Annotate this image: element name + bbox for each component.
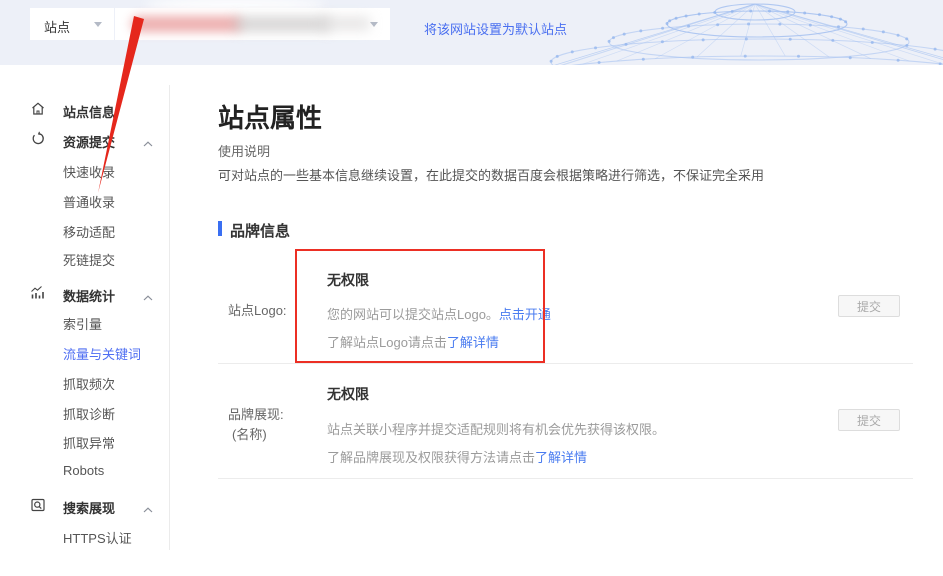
divider <box>218 363 913 364</box>
site-name-dropdown[interactable] <box>115 8 390 40</box>
chevron-up-icon <box>142 501 154 509</box>
usage-title: 使用说明 <box>218 141 270 160</box>
site-logo-label: 站点Logo: <box>228 300 287 319</box>
sidebar-item-crawl-anomaly[interactable]: 抓取异常 <box>0 431 170 451</box>
brand-display-line1: 站点关联小程序并提交适配规则将有机会优先获得该权限。 <box>327 419 665 438</box>
home-icon <box>30 101 46 117</box>
redacted-site-name <box>131 16 243 32</box>
page: 站点 将该网站设置为默认站点 站点信息 资源提交 <box>0 0 943 576</box>
sidebar-item-quick-include[interactable]: 快速收录 <box>0 160 170 180</box>
chevron-up-icon <box>142 135 154 143</box>
usage-description: 可对站点的一些基本信息继续设置，在此提交的数据百度会根据策略进行筛选，不保证完全… <box>218 165 764 184</box>
brand-display-sublabel: (名称) <box>232 424 267 443</box>
sidebar-item-robots[interactable]: Robots <box>0 461 170 481</box>
learn-more-link[interactable]: 了解详情 <box>447 335 499 350</box>
submit-button[interactable]: 提交 <box>838 295 900 317</box>
site-type-dropdown[interactable]: 站点 <box>30 8 114 40</box>
sidebar-item-https-cert[interactable]: HTTPS认证 <box>0 526 170 546</box>
brand-display-label: 品牌展现: <box>228 404 284 423</box>
submit-icon <box>30 131 46 147</box>
chevron-down-icon <box>94 22 102 27</box>
sidebar-item-site-info[interactable]: 站点信息 <box>0 100 170 120</box>
section-accent-bar <box>218 221 222 236</box>
no-permission-status: 无权限 <box>327 384 369 404</box>
site-logo-line1: 您的网站可以提交站点Logo。点击开通 <box>327 304 551 323</box>
sidebar-item-mobile-adapt[interactable]: 移动适配 <box>0 220 170 240</box>
sidebar-item-index-volume[interactable]: 索引量 <box>0 312 170 332</box>
redacted-site-name-2 <box>235 17 330 31</box>
sidebar-item-dead-link-submit[interactable]: 死链提交 <box>0 248 170 268</box>
set-default-site-link[interactable]: 将该网站设置为默认站点 <box>424 19 567 38</box>
search-icon <box>30 497 46 513</box>
topbar: 站点 将该网站设置为默认站点 <box>0 0 943 65</box>
sidebar-item-search-display[interactable]: 搜索展现 <box>0 496 170 516</box>
chevron-down-icon <box>370 22 378 27</box>
sidebar-item-resource-submit[interactable]: 资源提交 <box>0 130 170 150</box>
divider <box>218 478 913 479</box>
site-type-label: 站点 <box>44 17 70 36</box>
chart-icon <box>30 285 46 301</box>
sidebar-item-data-stats[interactable]: 数据统计 <box>0 284 170 304</box>
sidebar-item-traffic-keywords[interactable]: 流量与关键词 <box>0 342 170 362</box>
submit-button[interactable]: 提交 <box>838 409 900 431</box>
section-title: 品牌信息 <box>230 220 290 241</box>
no-permission-status: 无权限 <box>327 270 369 290</box>
learn-more-link[interactable]: 了解详情 <box>535 450 587 465</box>
sidebar-item-crawl-diagnosis[interactable]: 抓取诊断 <box>0 402 170 422</box>
sidebar-item-crawl-frequency[interactable]: 抓取频次 <box>0 372 170 392</box>
redacted-site-name-3 <box>320 17 370 30</box>
sidebar: 站点信息 资源提交 快速收录 普通收录 移动适配 死链提交 数据统计 <box>0 85 170 550</box>
brand-display-line2: 了解品牌展现及权限获得方法请点击了解详情 <box>327 447 587 466</box>
page-title: 站点属性 <box>218 98 322 135</box>
site-logo-line2: 了解站点Logo请点击了解详情 <box>327 332 499 351</box>
open-permission-link[interactable]: 点击开通 <box>499 307 551 322</box>
chevron-up-icon <box>142 289 154 297</box>
sidebar-item-normal-include[interactable]: 普通收录 <box>0 190 170 210</box>
